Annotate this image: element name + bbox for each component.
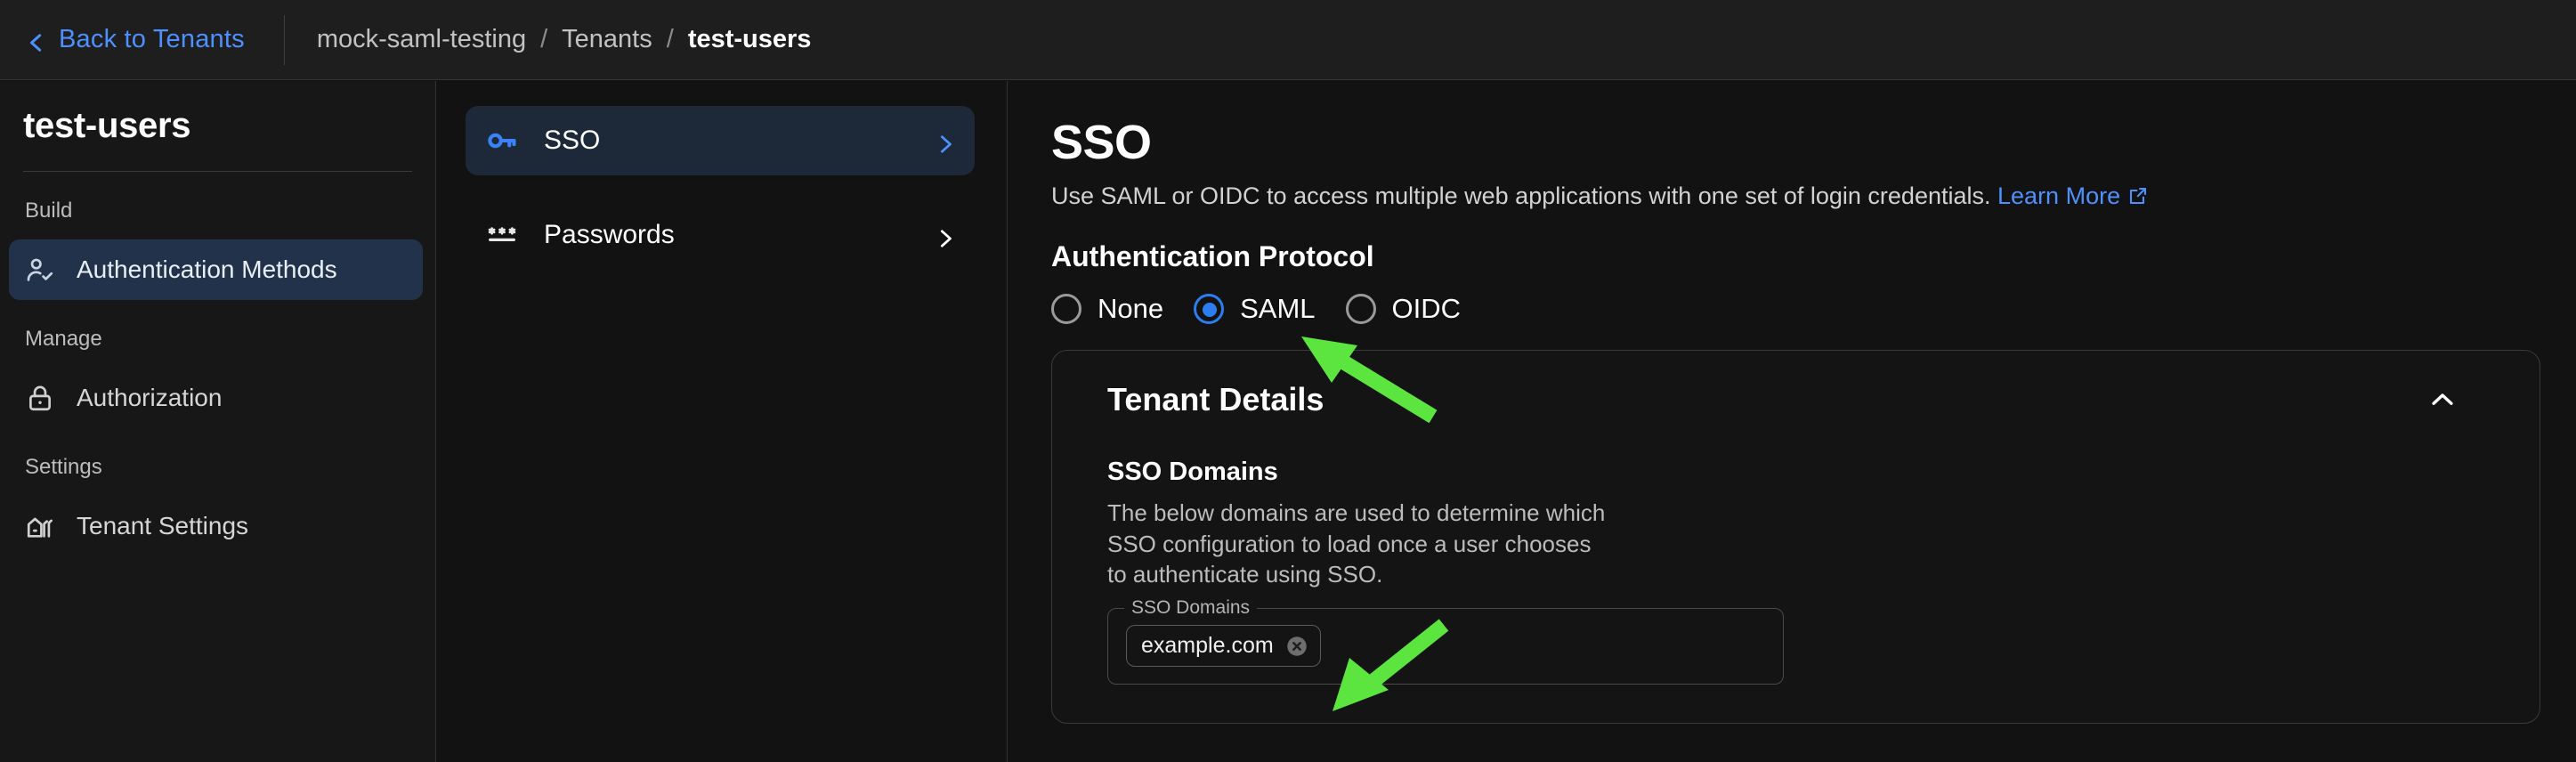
nav-item-label: SSO [544,126,936,156]
breadcrumb-separator: / [667,25,674,54]
breadcrumb-item-tenants[interactable]: Tenants [562,25,652,54]
breadcrumb-separator: / [540,25,547,54]
radio-option-oidc[interactable]: OIDC [1346,293,1462,325]
main-content: SSO Use SAML or OIDC to access multiple … [1009,81,2576,762]
breadcrumb-item-org[interactable]: mock-saml-testing [317,25,526,54]
sidebar-item-authentication-methods[interactable]: Authentication Methods [9,239,423,300]
asterisks-icon [485,218,519,252]
sidebar-item-label: Authentication Methods [77,255,337,284]
sidebar-item-label: Authorization [77,384,222,412]
page-description: Use SAML or OIDC to access multiple web … [1051,182,2540,210]
chevron-up-icon[interactable] [2427,385,2458,415]
breadcrumb: mock-saml-testing / Tenants / test-users [317,25,812,54]
radio-indicator [1051,294,1081,324]
authentication-protocol-heading: Authentication Protocol [1051,240,2540,273]
domain-chip-label: example.com [1141,633,1274,659]
user-check-icon [25,255,55,285]
tenant-details-header[interactable]: Tenant Details [1107,381,2504,418]
radio-label: OIDC [1392,293,1462,325]
lock-icon [25,383,55,413]
protocol-radio-group: None SAML OIDC [1051,293,2540,325]
chevron-left-icon [27,30,46,50]
chevron-right-icon [936,131,955,150]
sidebar-title: test-users [0,81,435,146]
sidebar-group-label-build: Build [0,172,435,223]
topbar-divider [284,15,285,65]
learn-more-link[interactable]: Learn More [1997,182,2149,209]
sidebar-item-authorization[interactable]: Authorization [9,368,423,428]
radio-label: SAML [1240,293,1315,325]
nav-item-label: Passwords [544,220,936,250]
sidebar-group-label-settings: Settings [0,428,435,480]
nav-item-passwords[interactable]: Passwords [466,200,975,270]
top-bar: Back to Tenants mock-saml-testing / Tena… [0,0,2576,80]
sso-domains-legend: SSO Domains [1124,597,1257,619]
radio-label: None [1098,293,1163,325]
sidebar: test-users Build Authentication Methods … [0,81,436,762]
close-circle-icon[interactable] [1284,634,1309,659]
breadcrumb-item-current: test-users [688,25,812,54]
app-root: Back to Tenants mock-saml-testing / Tena… [0,0,2576,762]
chevron-right-icon [936,225,955,245]
nav-item-sso[interactable]: SSO [466,106,975,175]
domain-chip: example.com [1126,625,1321,667]
organization-icon [25,511,55,541]
tenant-details-title: Tenant Details [1107,381,2427,418]
back-to-tenants-link[interactable]: Back to Tenants [14,20,257,60]
sso-domains-description: The below domains are used to determine … [1107,498,1606,590]
radio-option-saml[interactable]: SAML [1194,293,1315,325]
tenant-details-card: Tenant Details SSO Domains The below dom… [1051,350,2540,724]
external-link-icon [2127,185,2149,207]
learn-more-label: Learn More [1997,182,2120,209]
sidebar-item-tenant-settings[interactable]: Tenant Settings [9,496,423,556]
sidebar-group-label-manage: Manage [0,300,435,352]
page-title: SSO [1051,115,2540,170]
page-description-text: Use SAML or OIDC to access multiple web … [1051,182,1991,209]
radio-indicator [1194,294,1224,324]
radio-indicator [1346,294,1376,324]
sso-domains-input[interactable]: SSO Domains example.com [1107,608,1784,685]
sidebar-item-label: Tenant Settings [77,512,248,540]
key-icon [485,124,519,158]
sso-domains-section-title: SSO Domains [1107,458,2504,487]
secondary-nav: SSO Passwords [437,81,1008,762]
back-to-tenants-label: Back to Tenants [59,25,245,54]
radio-option-none[interactable]: None [1051,293,1163,325]
